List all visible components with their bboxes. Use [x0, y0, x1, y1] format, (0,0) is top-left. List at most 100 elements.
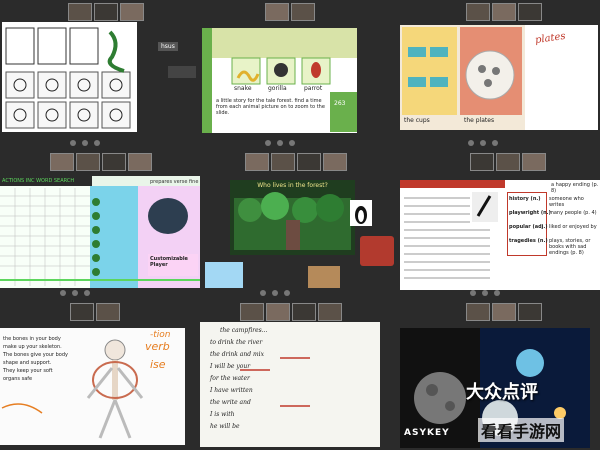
participant-video[interactable]	[466, 303, 490, 321]
control-dot[interactable]	[468, 140, 474, 146]
animal-image	[308, 266, 340, 288]
participant-video[interactable]	[466, 3, 490, 21]
participant-video[interactable]	[292, 303, 316, 321]
screen-8: the campfires... to drink the river the …	[200, 300, 400, 450]
term: playwright (n.)	[509, 210, 551, 216]
control-dot[interactable]	[260, 290, 266, 296]
customizable-player-note: Customizable Player	[150, 256, 188, 268]
video-strip-9	[466, 303, 542, 321]
participant-video[interactable]	[518, 303, 542, 321]
body-text: shape and support.	[3, 360, 52, 366]
participant-video[interactable]	[68, 3, 92, 21]
control-dot[interactable]	[265, 140, 271, 146]
control-dot[interactable]	[480, 140, 486, 146]
participant-video[interactable]	[492, 303, 516, 321]
control-dot[interactable]	[94, 140, 100, 146]
kitchen-slide: the cups the plates	[400, 25, 525, 130]
screen-6: a happy ending (p. 8) history (n.) playw…	[400, 150, 600, 300]
control-dot[interactable]	[70, 140, 76, 146]
screen-4: ACTIONS INC WORD SEARCH prepares verse f…	[0, 150, 200, 300]
screen-3: the cups the plates plates	[400, 0, 600, 150]
glossary-panel: a happy ending (p. 8) history (n.) playw…	[505, 180, 600, 290]
body-text: The bones give your body	[3, 352, 68, 358]
body-text: They keep your soft	[3, 368, 53, 374]
text-lines	[404, 192, 498, 279]
control-dot[interactable]	[494, 290, 500, 296]
handwritten-note: plates	[534, 30, 567, 47]
participant-video[interactable]	[240, 303, 264, 321]
slide-header: prepares verse fine	[150, 179, 199, 185]
wordsearch-slide: ACTIONS INC WORD SEARCH prepares verse f…	[0, 176, 200, 288]
control-dot[interactable]	[277, 140, 283, 146]
glossary-top-text: a happy ending (p. 8)	[551, 182, 599, 194]
site-watermark: 看看手游网	[478, 418, 565, 442]
ice-image	[205, 262, 243, 288]
text-page	[400, 180, 505, 290]
video-strip-3	[466, 3, 542, 21]
participant-video[interactable]	[470, 153, 494, 171]
menu-box[interactable]	[168, 66, 196, 78]
body-text: the bones in your body	[3, 336, 61, 342]
wordsearch-title: ACTIONS INC WORD SEARCH	[0, 176, 92, 186]
screen-2: snake gorilla parrot a little story for …	[200, 0, 400, 150]
participant-video[interactable]	[518, 3, 542, 21]
control-dot[interactable]	[60, 290, 66, 296]
participant-video[interactable]	[496, 153, 520, 171]
animal-cards	[212, 28, 357, 132]
control-dot[interactable]	[72, 290, 78, 296]
control-dot[interactable]	[82, 140, 88, 146]
participant-video[interactable]	[128, 153, 152, 171]
participant-video[interactable]	[245, 153, 269, 171]
participant-video[interactable]	[120, 3, 144, 21]
video-strip-7	[70, 303, 120, 321]
slide-sentence: a little story for the tale forest. find…	[216, 98, 325, 116]
animal-label: snake	[234, 85, 252, 92]
participant-video[interactable]	[102, 153, 126, 171]
participant-video[interactable]	[291, 3, 315, 21]
participant-video[interactable]	[297, 153, 321, 171]
worksheet-slide	[2, 22, 137, 132]
forest-title: Who lives in the forest?	[257, 182, 328, 189]
participant-video[interactable]	[96, 303, 120, 321]
video-strip-6	[470, 153, 546, 171]
participant-video[interactable]	[266, 303, 290, 321]
video-strip-4	[50, 153, 152, 171]
participant-video[interactable]	[50, 153, 74, 171]
definition: many people (p. 4)	[549, 210, 597, 216]
definition: liked or enjoyed by	[549, 224, 597, 230]
control-dot[interactable]	[470, 290, 476, 296]
participant-video[interactable]	[323, 153, 347, 171]
controls-3	[468, 140, 498, 146]
control-dot[interactable]	[289, 140, 295, 146]
control-dot[interactable]	[84, 290, 90, 296]
worksheet-grid	[5, 27, 131, 129]
caption: the cups	[404, 117, 430, 124]
controls-1	[70, 140, 100, 146]
participant-video[interactable]	[522, 153, 546, 171]
participant-video[interactable]	[265, 3, 289, 21]
screen-7: the bones in your body make up your skel…	[0, 300, 200, 450]
body-text: make up your skeleton.	[3, 344, 62, 350]
control-dot[interactable]	[482, 290, 488, 296]
participant-video[interactable]	[94, 3, 118, 21]
forest-slide: Who lives in the forest?	[230, 180, 355, 255]
control-dot[interactable]	[284, 290, 290, 296]
video-strip-8	[240, 303, 342, 321]
caption: the plates	[464, 117, 495, 124]
participant-video[interactable]	[492, 3, 516, 21]
participant-video[interactable]	[76, 153, 100, 171]
participant-video[interactable]	[70, 303, 94, 321]
term: tragedies (n.)	[509, 238, 548, 244]
screen-5: Who lives in the forest?	[200, 150, 400, 300]
animal-label: gorilla	[268, 85, 287, 92]
video-strip-1	[68, 3, 144, 21]
control-dot[interactable]	[272, 290, 278, 296]
definition: someone who writes	[549, 196, 584, 208]
participant-video[interactable]	[318, 303, 342, 321]
whiteboard-area[interactable]: plates	[525, 25, 598, 130]
control-dot[interactable]	[492, 140, 498, 146]
watermark-title: ASYKEY	[404, 428, 450, 438]
handwritten-note: verb	[145, 340, 170, 353]
participant-video[interactable]	[271, 153, 295, 171]
side-panel: hsus	[140, 22, 198, 132]
